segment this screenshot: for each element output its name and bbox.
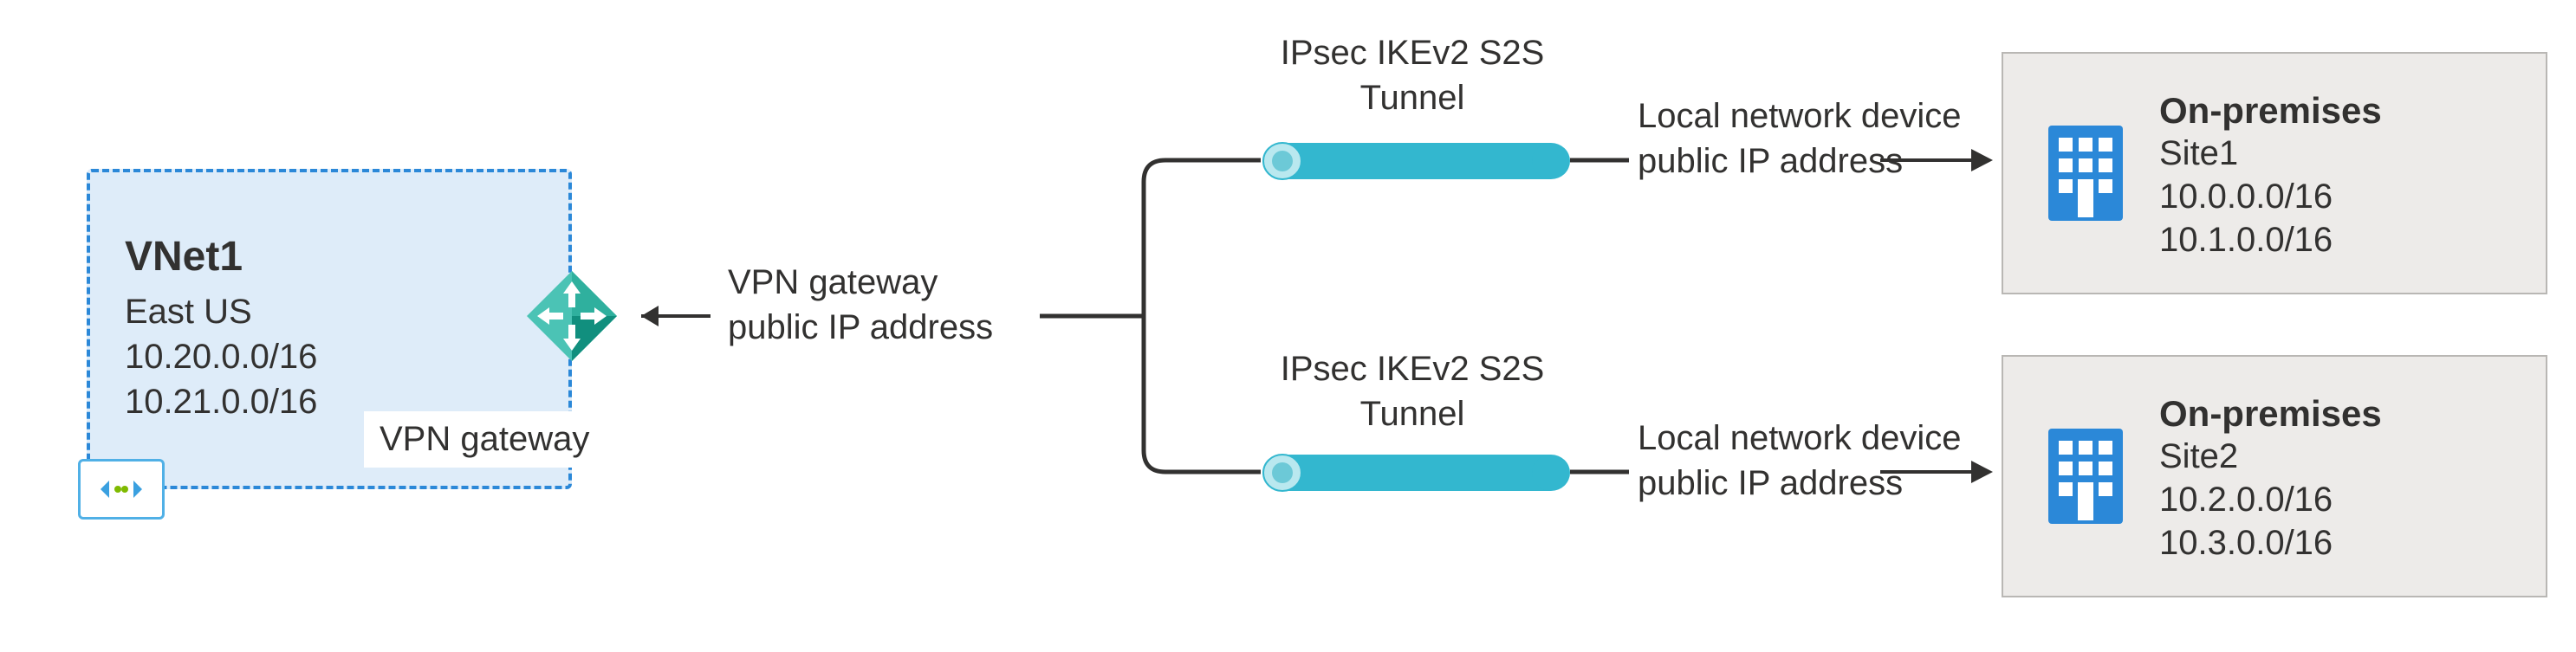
tunnel-2-label: IPsec IKEv2 S2S Tunnel <box>1248 346 1577 436</box>
local-device-2-label-l1: Local network device <box>1638 416 1962 461</box>
tunnel-1-shape <box>1263 143 1570 179</box>
vpn-gateway-ip-label-l2: public IP address <box>728 305 993 350</box>
diagram-canvas: VNet1 East US 10.20.0.0/16 10.21.0.0/16 … <box>0 0 2576 652</box>
vnet-cidr-1: 10.20.0.0/16 <box>125 334 534 379</box>
tunnel-1-label-l2: Tunnel <box>1248 75 1577 120</box>
site2-cidr-1: 10.2.0.0/16 <box>2159 478 2520 521</box>
local-device-1-label-l2: public IP address <box>1638 139 1962 184</box>
vpn-gateway-label: VPN gateway <box>364 411 605 468</box>
tunnel-2-shape <box>1263 455 1570 491</box>
vnet-title: VNet1 <box>125 233 534 281</box>
vpn-gateway-ip-label: VPN gateway public IP address <box>728 260 993 350</box>
vpn-gateway-ip-label-l1: VPN gateway <box>728 260 993 305</box>
tunnel-1-label: IPsec IKEv2 S2S Tunnel <box>1248 30 1577 120</box>
site1-cidr-2: 10.1.0.0/16 <box>2159 218 2520 261</box>
site1-name: Site1 <box>2159 132 2520 175</box>
building-icon <box>2038 420 2133 537</box>
local-device-1-label: Local network device public IP address <box>1638 94 1962 184</box>
vnet-icon <box>78 459 165 520</box>
vpn-gateway-icon <box>520 264 624 368</box>
tunnel-2-label-l1: IPsec IKEv2 S2S <box>1248 346 1577 391</box>
tunnel-1-label-l1: IPsec IKEv2 S2S <box>1248 30 1577 75</box>
site2-name: Site2 <box>2159 435 2520 478</box>
site1-title: On-premises <box>2159 90 2520 132</box>
building-icon <box>2038 117 2133 234</box>
local-device-1-label-l1: Local network device <box>1638 94 1962 139</box>
vnet-region: East US <box>125 289 534 334</box>
site2-box: On-premises Site2 10.2.0.0/16 10.3.0.0/1… <box>2002 355 2547 597</box>
site2-title: On-premises <box>2159 393 2520 435</box>
tunnel-2-label-l2: Tunnel <box>1248 391 1577 436</box>
site2-cidr-2: 10.3.0.0/16 <box>2159 521 2520 565</box>
local-device-2-label-l2: public IP address <box>1638 461 1962 506</box>
site1-cidr-1: 10.0.0.0/16 <box>2159 175 2520 218</box>
site1-box: On-premises Site1 10.0.0.0/16 10.1.0.0/1… <box>2002 52 2547 294</box>
local-device-2-label: Local network device public IP address <box>1638 416 1962 506</box>
